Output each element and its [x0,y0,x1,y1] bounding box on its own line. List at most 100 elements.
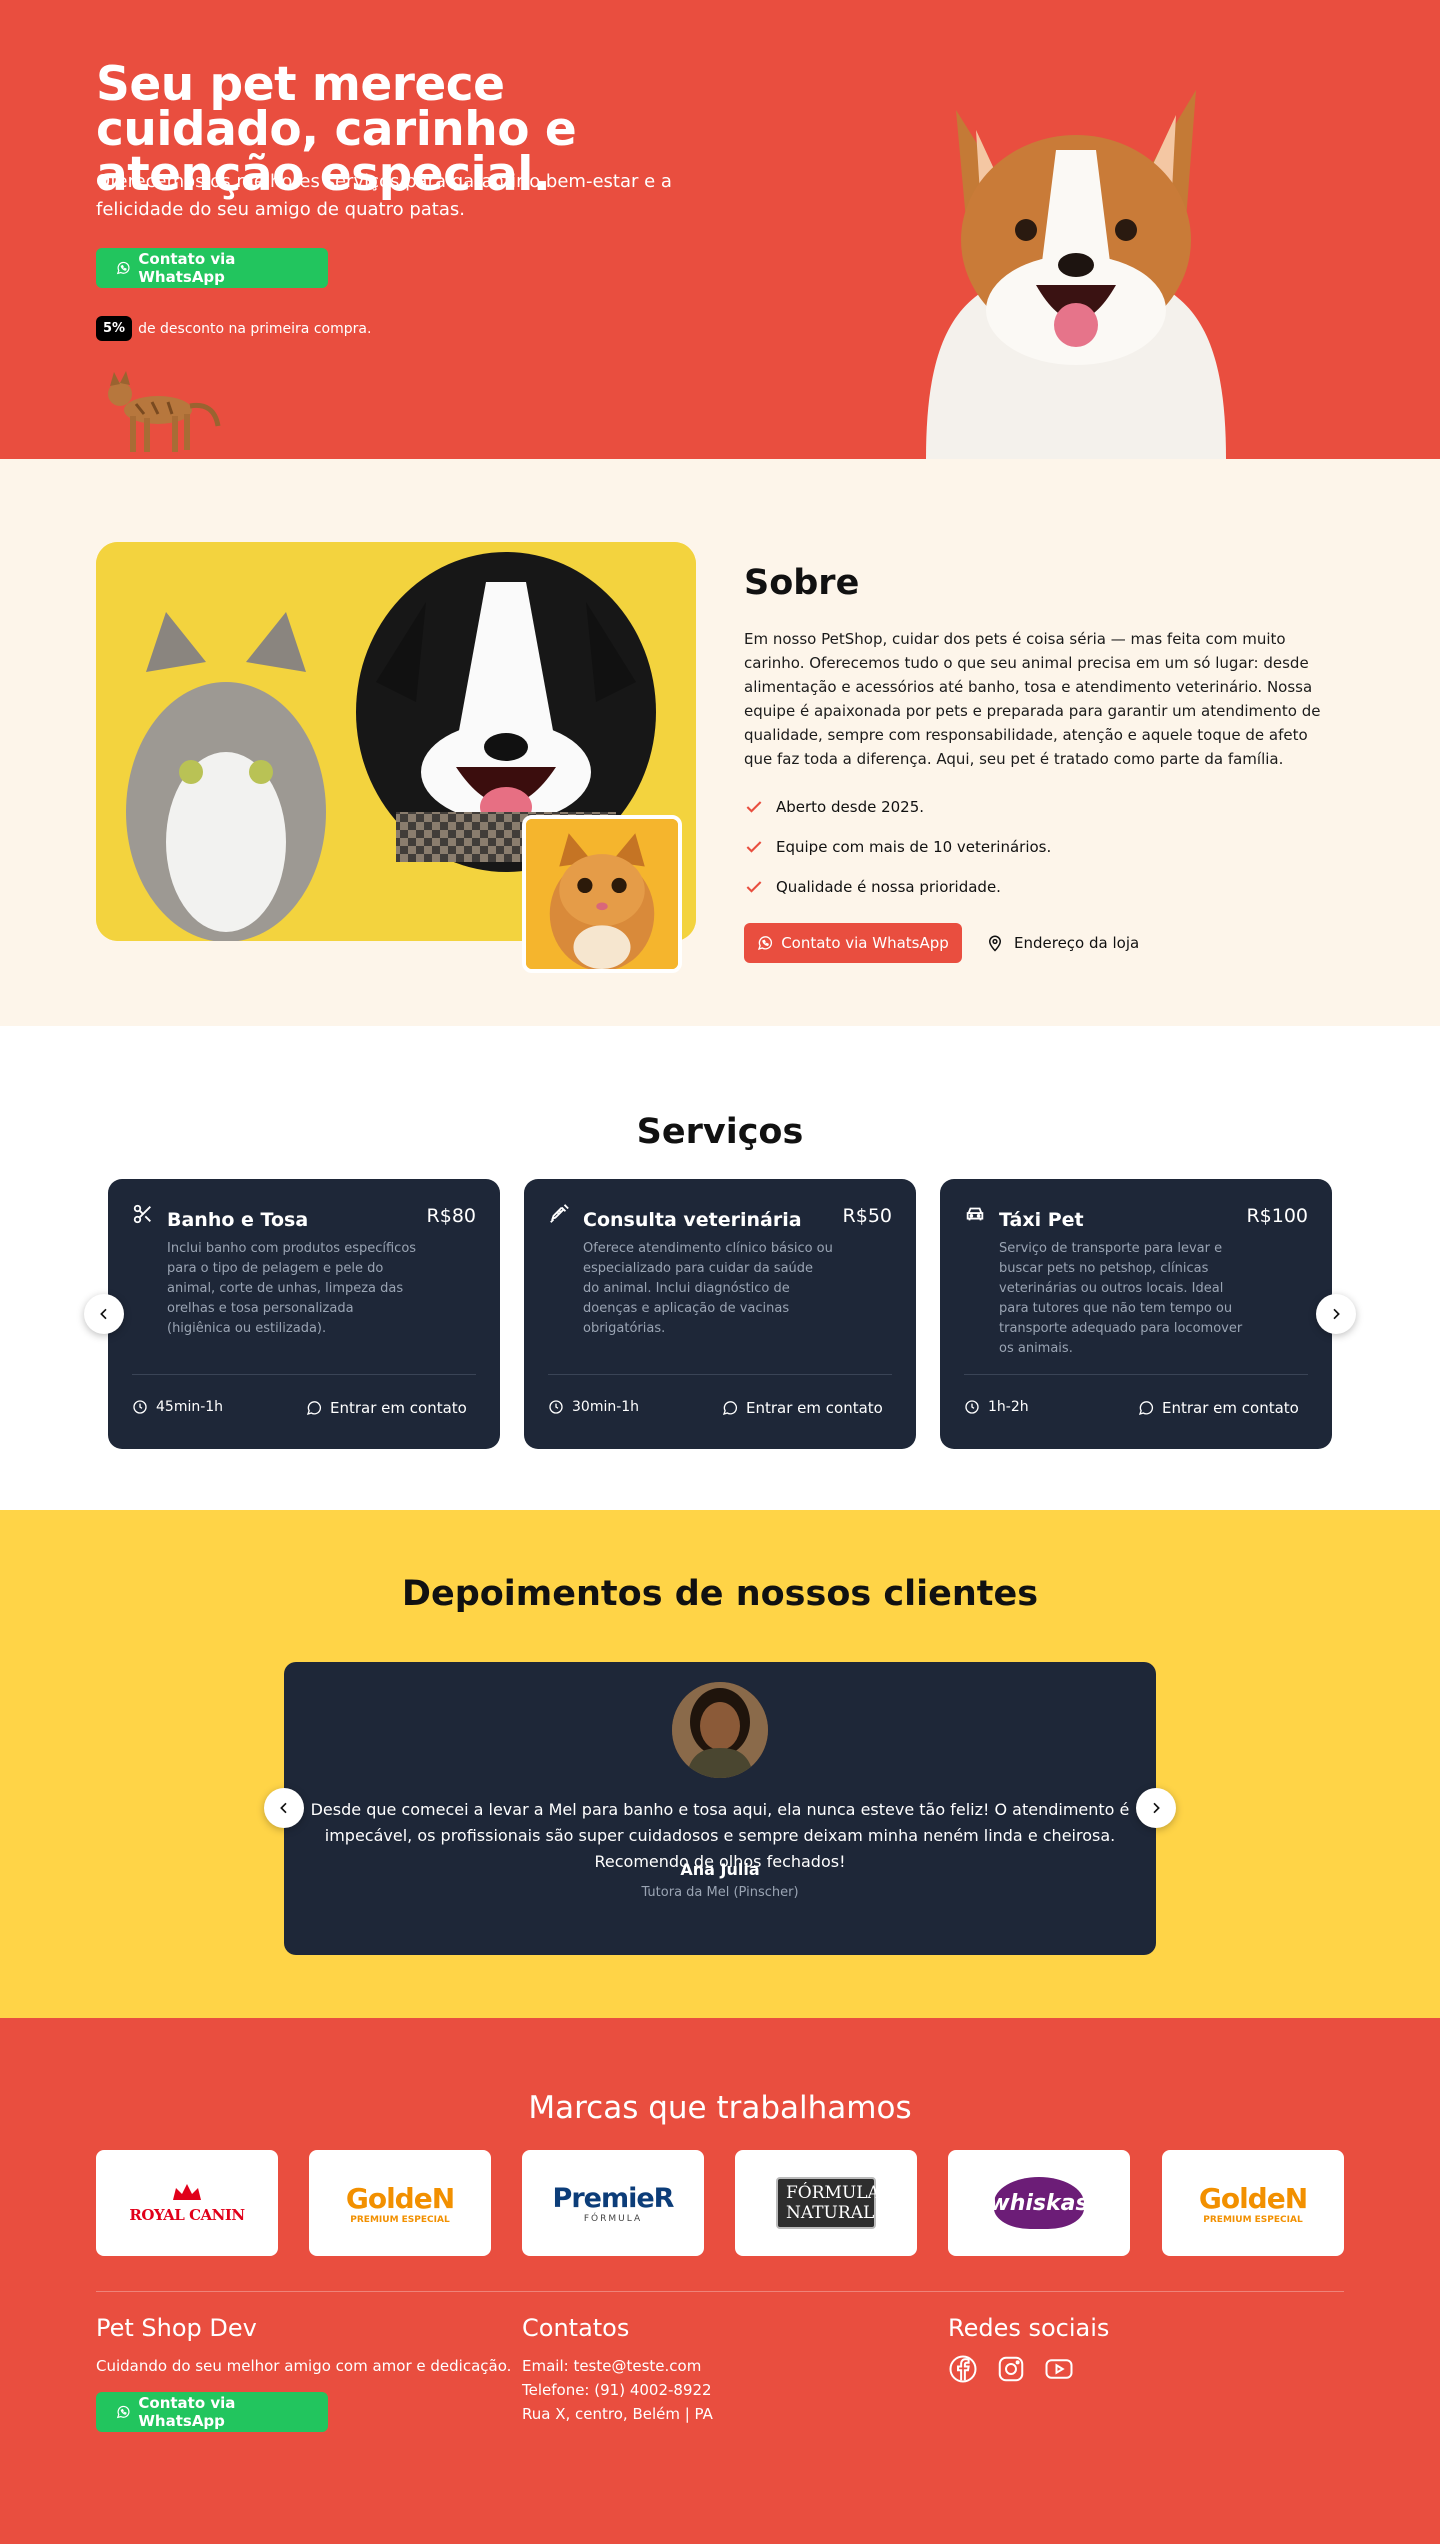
service-description: Oferece atendimento clínico básico ou es… [583,1241,833,1336]
chevron-right-icon [1153,1802,1160,1814]
hero-subtitle: Oferecemos os melhores serviços para gar… [96,171,672,220]
whatsapp-icon [722,1401,738,1416]
service-name: Banho e Tosa [167,1209,309,1231]
service-contact-label: Entrar em contato [746,1399,883,1417]
discount-text: de desconto na primeira compra. [138,320,372,337]
feature-item: Equipe com mais de 10 veterinários. [744,827,1051,867]
whatsapp-icon [1138,1401,1154,1416]
feature-item: Qualidade é nossa prioridade. [744,867,1051,907]
service-price: R$100 [1246,1205,1308,1227]
services-section: Serviços Banho e Tosa R$80 Inclui banho … [0,1026,1440,1510]
footer-address: Rua X, centro, Belém | PA [522,2405,713,2423]
instagram-icon[interactable] [996,2354,1026,2384]
avatar [672,1682,768,1778]
brands-and-footer-section: Marcas que trabalhamos ROYAL CANIN Golde… [0,2018,1440,2544]
map-pin-icon [988,935,1002,952]
footer-divider [96,2291,1344,2292]
brand-tagline: FÓRMULA [583,2213,643,2224]
footer-contacts-column: Contatos Email: teste@teste.com Telefone… [522,2314,713,2426]
brand-logo-golden: GoldeN PREMIUM ESPECIAL [309,2150,491,2256]
hero-whatsapp-label: Contato via WhatsApp [138,250,236,286]
service-description: Serviço de transporte para levar e busca… [999,1241,1243,1356]
social-links [948,2354,1109,2384]
store-address-label: Endereço da loja [1014,934,1140,952]
whatsapp-icon [116,2405,130,2419]
service-duration-label: 1h-2h [988,1399,1029,1415]
chevron-left-icon [100,1308,107,1320]
service-card-banho-tosa: Banho e Tosa R$80 Inclui banho com produ… [108,1179,500,1449]
brand-logo-whiskas: whiskas [948,2150,1130,2256]
hero-section: Seu pet merece cuidado, carinho e atençã… [0,0,1440,459]
testimonials-title: Depoimentos de nossos clientes [401,1574,1039,1614]
service-divider [132,1374,476,1375]
youtube-icon[interactable] [1044,2354,1074,2384]
service-card-consulta: Consulta veterinária R$50 Oferece atendi… [524,1179,916,1449]
services-prev-button[interactable] [84,1294,124,1334]
brand-name: GoldeN [1198,2181,1308,2215]
testimonial-card: Desde que comecei a levar a Mel para ban… [284,1662,1156,1955]
footer-email: Email: teste@teste.com [522,2357,702,2375]
footer-brand-column: Pet Shop Dev Cuidando do seu melhor amig… [96,2314,511,2432]
service-card-taxi-pet: Táxi Pet R$100 Serviço de transporte par… [940,1179,1332,1449]
check-icon [746,841,762,853]
services-next-button[interactable] [1316,1294,1356,1334]
footer-whatsapp-label: Contato via WhatsApp [138,2394,236,2430]
feature-label: Qualidade é nossa prioridade. [776,878,1001,896]
service-contact-button[interactable]: Entrar em contato [306,1399,467,1417]
testimonial-author: Ana Julia [680,1860,760,1879]
whatsapp-icon [116,261,130,275]
service-duration-label: 45min-1h [156,1399,224,1415]
about-whatsapp-button[interactable]: Contato via WhatsApp [744,923,962,963]
brand-logo-royal-canin: ROYAL CANIN [96,2150,278,2256]
feature-item: Aberto desde 2025. [744,787,1051,827]
footer-social-title: Redes sociais [948,2314,1110,2342]
service-duration-label: 30min-1h [572,1399,640,1415]
service-name: Consulta veterinária [583,1209,802,1231]
service-duration: 1h-2h [964,1399,1029,1415]
brand-name: ROYAL CANIN [129,2206,245,2224]
kitten-photo [522,815,682,973]
service-contact-button[interactable]: Entrar em contato [1138,1399,1299,1417]
about-title: Sobre [744,563,860,603]
brand-tagline: PREMIUM ESPECIAL [1203,2214,1303,2225]
brand-tagline: PREMIUM ESPECIAL [350,2214,450,2225]
testimonial-role: Tutora da Mel (Pinscher) [641,1885,799,1900]
check-icon [746,881,762,893]
hero-whatsapp-button[interactable]: Contato via WhatsApp [96,248,328,288]
testimonials-section: Depoimentos de nossos clientes Desde que… [0,1510,1440,2018]
clock-icon [549,1400,563,1414]
whatsapp-icon [306,1401,322,1416]
facebook-icon[interactable] [948,2354,978,2384]
about-paragraph: Em nosso PetShop, cuidar dos pets é cois… [744,630,1321,768]
service-name: Táxi Pet [999,1209,1084,1231]
corgi-photo [926,90,1226,459]
footer-social-column: Redes sociais [948,2314,1109,2384]
about-section: Sobre Em nosso PetShop, cuidar dos pets … [0,459,1440,1026]
store-address-link[interactable]: Endereço da loja [986,923,1139,963]
discount-badge: 5% [96,316,133,341]
service-duration: 30min-1h [548,1399,639,1415]
footer-whatsapp-button[interactable]: Contato via WhatsApp [96,2392,328,2432]
cat-illustration [108,371,221,452]
footer-phone: Telefone: (91) 4002-8922 [522,2381,712,2399]
footer-brand-title: Pet Shop Dev [96,2314,257,2342]
brand-name: FÓRMULA NATURAL [776,2177,880,2229]
brand-name: PremieR [552,2182,675,2214]
crown-icon [172,2184,201,2200]
discount-banner: 5% de desconto na primeira compra. [96,316,371,341]
brand-logo-formula-natural: FÓRMULA NATURAL [735,2150,917,2256]
service-description: Inclui banho com produtos específicos pa… [167,1241,417,1336]
clock-icon [965,1400,979,1414]
footer-contacts-title: Contatos [522,2314,630,2342]
brand-name: whiskas [989,2177,1089,2229]
service-price: R$80 [426,1205,476,1227]
testimonials-prev-button[interactable] [264,1788,304,1828]
chevron-right-icon [1333,1308,1340,1320]
services-title: Serviços [636,1112,804,1152]
footer-tagline: Cuidando do seu melhor amigo com amor e … [96,2357,512,2375]
brand-logo-golden: GoldeN PREMIUM ESPECIAL [1162,2150,1344,2256]
feature-label: Aberto desde 2025. [776,798,925,816]
service-contact-button[interactable]: Entrar em contato [722,1399,883,1417]
testimonials-next-button[interactable] [1136,1788,1176,1828]
chevron-left-icon [280,1802,287,1814]
